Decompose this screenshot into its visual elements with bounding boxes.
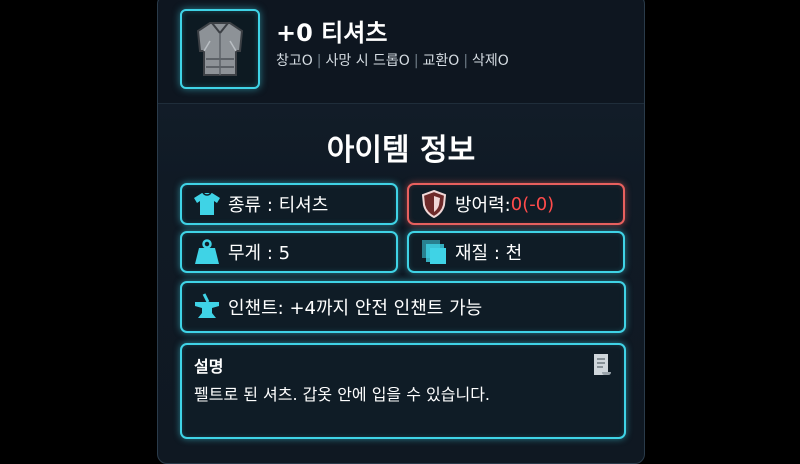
weight-icon <box>190 235 224 269</box>
tag-drop-on-death: 사망 시 드롭O <box>325 53 410 69</box>
tag-storage: 창고O <box>276 53 313 69</box>
stat-defense: 방어력: 0(-0) <box>407 183 625 225</box>
item-name: +0 티셔츠 <box>276 19 388 47</box>
stat-type-text: 종류 : 티셔츠 <box>228 195 329 216</box>
stat-material: 재질 : 천 <box>407 231 625 273</box>
stat-defense-value: 0(-0) <box>510 193 555 215</box>
tshirt-armor-icon <box>196 22 244 76</box>
shield-icon <box>417 187 451 221</box>
stat-type: 종류 : 티셔츠 <box>180 183 398 225</box>
stat-defense-label: 방어력: <box>455 195 511 216</box>
material-icon <box>417 235 451 269</box>
item-tooltip-panel: +0 티셔츠 창고O | 사망 시 드롭O | 교환O | 삭제O 아이템 정보 종류 : … <box>157 0 645 464</box>
tag-delete: 삭제O <box>472 53 509 69</box>
tag-trade: 교환O <box>422 53 460 69</box>
stat-enchant: 인챈트: +4까지 안전 인챈트 가능 <box>180 281 626 333</box>
description-title: 설명 <box>194 357 224 376</box>
scroll-icon <box>594 354 611 375</box>
item-header: +0 티셔츠 창고O | 사망 시 드롭O | 교환O | 삭제O <box>158 0 644 104</box>
description-box: 설명 펠트로 된 셔츠. 갑옷 안에 입을 수 있습니다. <box>180 343 626 439</box>
item-icon-frame <box>180 9 260 89</box>
item-tags: 창고O | 사망 시 드롭O | 교환O | 삭제O <box>276 53 509 69</box>
stat-material-text: 재질 : 천 <box>455 243 523 264</box>
description-text: 펠트로 된 셔츠. 갑옷 안에 입을 수 있습니다. <box>194 385 491 404</box>
stat-weight-text: 무게 : 5 <box>228 243 291 264</box>
anvil-icon <box>190 290 224 324</box>
stat-enchant-text: 인챈트: +4까지 안전 인챈트 가능 <box>228 298 483 319</box>
shirt-icon <box>190 187 224 221</box>
stat-weight: 무게 : 5 <box>180 231 398 273</box>
section-title: 아이템 정보 <box>326 133 476 168</box>
